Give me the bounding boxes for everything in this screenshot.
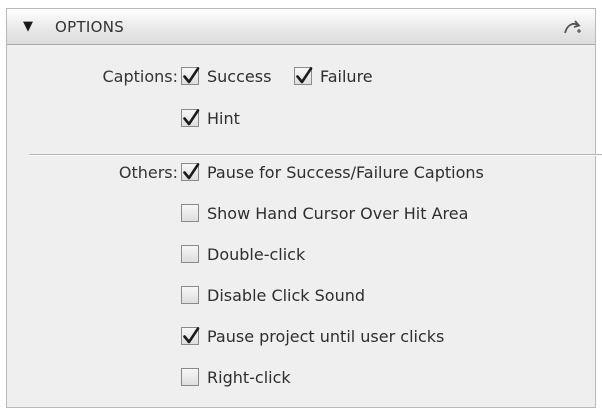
checkbox-success-group[interactable]: Success (181, 67, 271, 86)
checkbox-double-click-label[interactable]: Double-click (207, 245, 305, 264)
checkbox-pause-project-group[interactable]: Pause project until user clicks (181, 323, 444, 349)
checkbox-pause-captions-label[interactable]: Pause for Success/Failure Captions (207, 163, 484, 182)
checkbox-success[interactable] (181, 67, 200, 85)
checkbox-disable-click-sound-group[interactable]: Disable Click Sound (181, 282, 365, 308)
checkbox-hint-group[interactable]: Hint (181, 105, 240, 131)
captions-label: Captions: (102, 66, 178, 86)
panel-title: OPTIONS (55, 18, 125, 36)
checkbox-disable-click-sound-label[interactable]: Disable Click Sound (207, 286, 365, 305)
checkbox-pause-captions-group[interactable]: Pause for Success/Failure Captions (181, 163, 484, 182)
checkbox-disable-click-sound[interactable] (181, 286, 199, 304)
checkbox-pause-project-label[interactable]: Pause project until user clicks (207, 327, 444, 346)
checkbox-failure-label[interactable]: Failure (320, 67, 373, 86)
checkbox-hint-label[interactable]: Hint (207, 109, 240, 128)
checkbox-pause-captions[interactable] (181, 163, 200, 181)
checkbox-pause-project[interactable] (181, 327, 200, 345)
panel-header[interactable]: ▼ OPTIONS (7, 9, 595, 45)
others-label: Others: (118, 162, 178, 182)
section-divider (29, 154, 602, 156)
checkbox-right-click-group[interactable]: Right-click (181, 364, 291, 390)
triangle-down-icon[interactable]: ▼ (23, 20, 33, 34)
checkbox-right-click[interactable] (181, 368, 199, 386)
checkbox-right-click-label[interactable]: Right-click (207, 368, 291, 387)
checkbox-double-click[interactable] (181, 245, 199, 263)
checkbox-failure[interactable] (294, 67, 313, 85)
checkbox-hint[interactable] (181, 109, 200, 127)
checkbox-failure-group[interactable]: Failure (294, 67, 373, 86)
checkbox-hand-cursor-group[interactable]: Show Hand Cursor Over Hit Area (181, 200, 468, 226)
options-panel: ▼ OPTIONS Captions: Success Failure Hint… (6, 8, 602, 408)
checkbox-double-click-group[interactable]: Double-click (181, 241, 305, 267)
checkbox-success-label[interactable]: Success (207, 67, 271, 86)
checkbox-hand-cursor[interactable] (181, 204, 199, 222)
checkbox-hand-cursor-label[interactable]: Show Hand Cursor Over Hit Area (207, 204, 468, 223)
reset-arrow-icon[interactable] (561, 17, 583, 37)
